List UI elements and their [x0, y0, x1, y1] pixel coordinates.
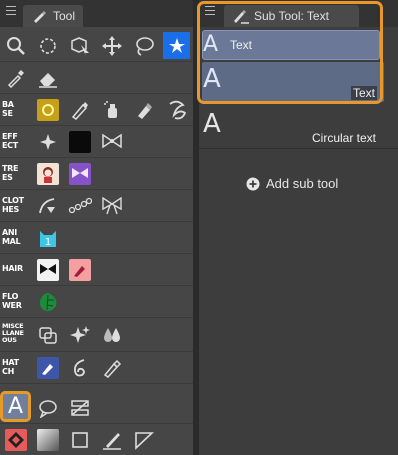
group-label-base: BA SE — [2, 100, 14, 118]
tool-row-clothes: CLOT HES — [0, 190, 193, 222]
sub-tool-label: Circular text — [312, 131, 377, 145]
tool-row-base: BA SE — [0, 94, 193, 126]
lace-brush-icon[interactable] — [34, 192, 61, 219]
blend-icon[interactable] — [34, 321, 61, 348]
tool-row-effect: EFF ECT — [0, 126, 193, 158]
tool-row-trees: TRE ES — [0, 158, 193, 190]
droplet-icon[interactable] — [98, 321, 125, 348]
text-tool-icon[interactable]: A — [0, 391, 31, 422]
hair-bow-icon[interactable] — [34, 256, 61, 283]
tool-row-flower: FLO WER — [0, 286, 193, 318]
eraser-icon[interactable] — [34, 64, 61, 91]
svg-text:1: 1 — [44, 237, 50, 248]
black-texture-icon[interactable] — [66, 128, 93, 155]
brush-line-icon[interactable] — [98, 426, 125, 453]
tool-row-hatch: HAT CH — [0, 352, 193, 384]
object-select-icon[interactable] — [66, 32, 93, 59]
tool-row — [0, 62, 193, 94]
pen-tab-icon — [34, 11, 46, 23]
ribbon-icon[interactable] — [98, 192, 125, 219]
group-label-misc: MISCE LLANE OUS — [2, 322, 24, 344]
group-label-flower: FLO WER — [2, 292, 22, 310]
gold-brush-icon[interactable] — [34, 96, 61, 123]
tool-palette: Tool BA SE EFF ECT TRE ES CLOT HES ANI M… — [0, 0, 193, 455]
marker-icon[interactable] — [130, 96, 157, 123]
palette-menu-icon[interactable] — [6, 6, 16, 16]
monstera-leaf-icon[interactable] — [34, 288, 61, 315]
curl-icon[interactable] — [66, 354, 93, 381]
tab-tool-label: Tool — [53, 9, 76, 23]
gradient-icon[interactable] — [34, 426, 61, 453]
tab-tool[interactable]: Tool — [23, 5, 83, 27]
tool-row-hair: HAIR — [0, 254, 193, 286]
purple-bow-icon[interactable] — [66, 160, 93, 187]
perspective-icon[interactable] — [130, 426, 157, 453]
fill-icon[interactable] — [2, 426, 29, 453]
chain-icon[interactable] — [66, 192, 93, 219]
group-label-animal: ANI MAL — [2, 228, 21, 246]
tool-row — [0, 30, 193, 62]
ruler-icon[interactable] — [66, 394, 93, 421]
move-layer-icon[interactable] — [98, 32, 125, 59]
hatch-pen-icon[interactable] — [34, 354, 61, 381]
bow-icon[interactable] — [98, 128, 125, 155]
sparkle-icon[interactable] — [34, 128, 61, 155]
group-label-effect: EFF ECT — [2, 132, 18, 150]
tool-tab-bar: Tool — [0, 0, 193, 27]
add-sub-tool-label: Add sub tool — [266, 176, 339, 191]
selection-icon[interactable] — [34, 32, 61, 59]
pink-pen-icon[interactable] — [66, 256, 93, 283]
eyedropper-icon[interactable] — [2, 64, 29, 91]
tool-row-text: A — [0, 391, 193, 424]
pen-icon[interactable] — [66, 96, 93, 123]
plus-circle-icon — [246, 177, 260, 191]
group-label-clothes: CLOT HES — [2, 196, 24, 214]
spray-icon[interactable] — [98, 96, 125, 123]
cat-icon[interactable]: 1 — [34, 224, 61, 251]
star-sparkle-icon[interactable] — [66, 321, 93, 348]
magnifier-icon[interactable] — [2, 32, 29, 59]
tool-row-animal: ANI MAL 1 — [0, 222, 193, 254]
group-label-hair: HAIR — [2, 264, 23, 274]
character-icon[interactable] — [34, 160, 61, 187]
decoration-icon[interactable] — [163, 96, 190, 123]
lasso-icon[interactable] — [130, 32, 157, 59]
text-glyph-icon: A — [203, 109, 221, 139]
sub-tool-item-circular-text[interactable]: A Circular text — [199, 106, 398, 149]
tool-row-fill — [0, 424, 193, 455]
rectangle-icon[interactable] — [66, 426, 93, 453]
fill-selection-icon[interactable] — [163, 32, 190, 59]
group-label-trees: TRE ES — [2, 164, 19, 182]
balloon-icon[interactable] — [34, 394, 61, 421]
tool-row-misc: MISCE LLANE OUS — [0, 318, 193, 352]
nib-icon[interactable] — [98, 354, 125, 381]
group-label-hatch: HAT CH — [2, 358, 19, 376]
highlight-frame — [197, 1, 383, 104]
